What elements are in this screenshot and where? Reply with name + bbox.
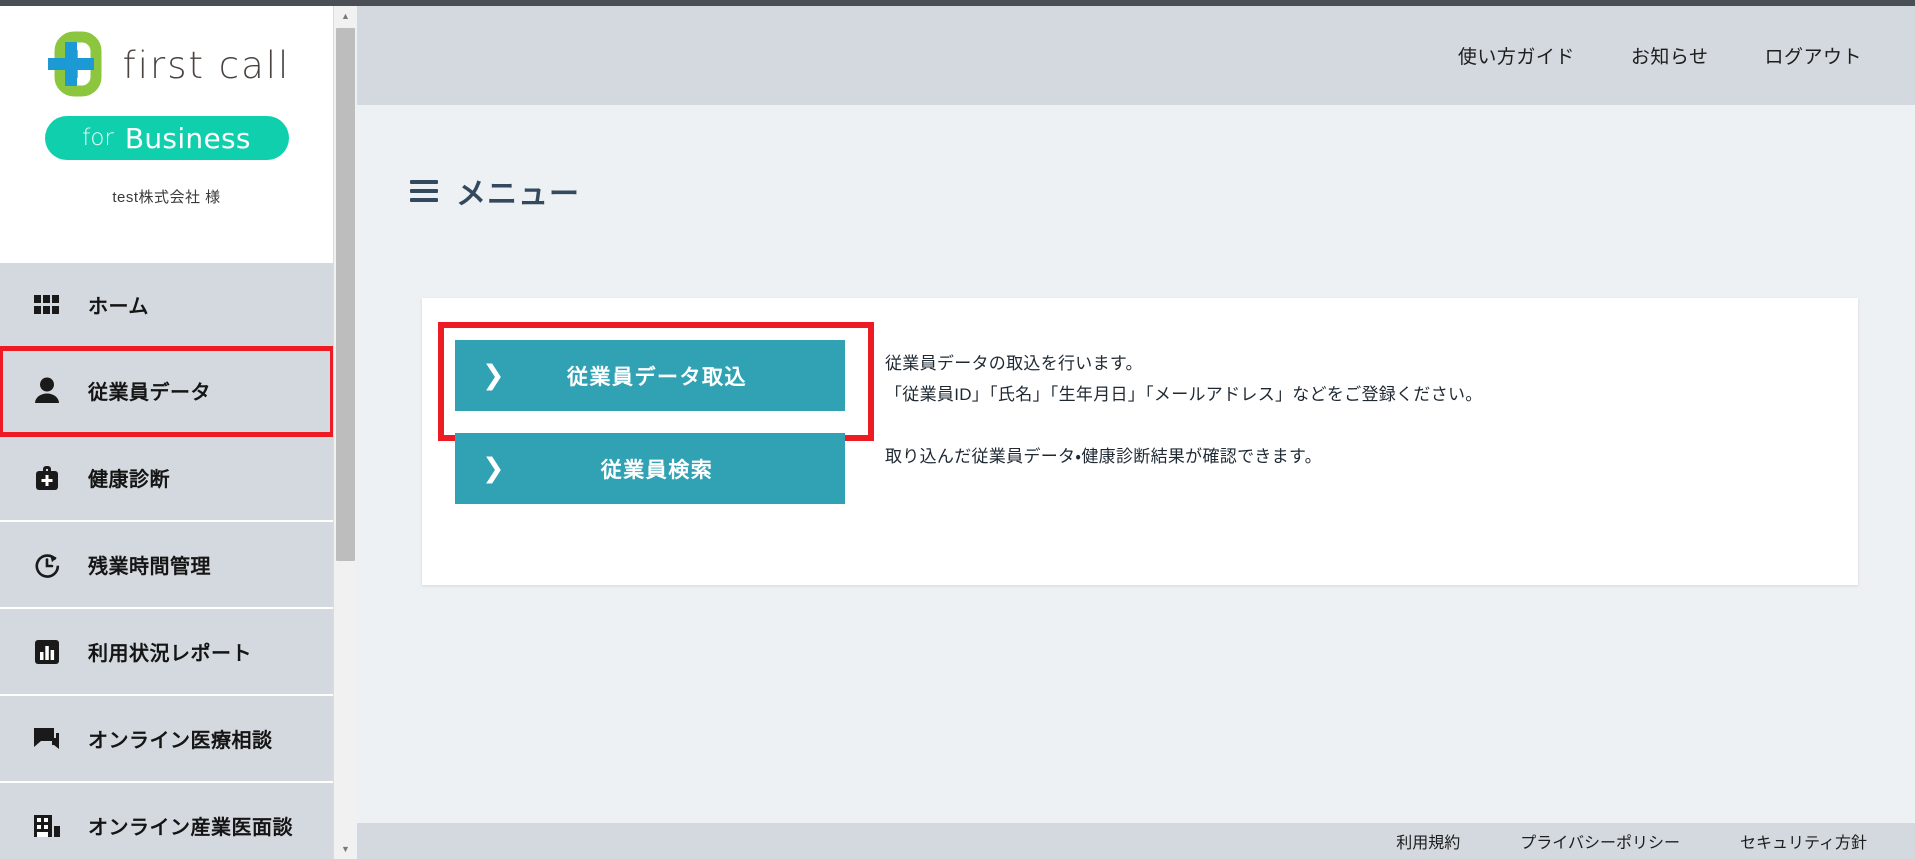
menu-row: ❯ 従業員検索 取り込んだ従業員データ・健康診断結果が確認できます。 <box>455 433 1858 504</box>
building-icon <box>32 811 62 841</box>
employee-search-wrap: ❯ 従業員検索 <box>455 433 845 504</box>
logo-row: first call <box>0 24 333 104</box>
menu-row-description: 取り込んだ従業員データ・健康診断結果が確認できます。 <box>845 433 1322 472</box>
medical-bag-icon <box>32 463 62 493</box>
topnav-link-logout[interactable]: ログアウト <box>1764 42 1862 69</box>
scroll-up-arrow-icon[interactable]: ▲ <box>334 6 357 26</box>
chevron-right-icon: ❯ <box>482 360 505 390</box>
menu-row: ❯ 従業員データ取込 従業員データの取込を行います。 「従業員ID」「氏名」「生… <box>438 322 1858 441</box>
topnav-link-usage-guide[interactable]: 使い方ガイド <box>1458 42 1575 69</box>
bar-chart-icon <box>32 637 62 667</box>
firstcall-plus-logo-icon <box>43 31 109 97</box>
main-content: 使い方ガイド お知らせ ログアウト メニュー ❯ 従業員データ取込 従業員データ… <box>357 6 1915 859</box>
page-header: メニュー <box>410 169 1915 213</box>
action-button-label: 従業員検索 <box>600 458 714 482</box>
chat-bubble-icon <box>32 724 62 754</box>
menu-card: ❯ 従業員データ取込 従業員データの取込を行います。 「従業員ID」「氏名」「生… <box>422 298 1858 585</box>
sidebar-item-label: ホーム <box>88 296 149 318</box>
sidebar: first call for Business test株式会社 様 ホーム 従… <box>0 6 333 859</box>
sidebar-item-employee-data[interactable]: 従業員データ <box>0 346 333 437</box>
brand-block: first call for Business test株式会社 様 <box>0 6 333 261</box>
menu-rows: ❯ 従業員データ取込 従業員データの取込を行います。 「従業員ID」「氏名」「生… <box>422 298 1858 504</box>
topnav-link-notices[interactable]: お知らせ <box>1631 42 1709 69</box>
sidebar-item-label: 健康診断 <box>88 469 170 491</box>
badge-business-text: Business <box>124 121 251 155</box>
scroll-down-arrow-icon[interactable]: ▼ <box>334 839 357 859</box>
top-navigation-bar: 使い方ガイド お知らせ ログアウト <box>357 6 1915 105</box>
logo-wordmark: first call <box>122 43 291 87</box>
sidebar-item-label: オンライン医療相談 <box>88 730 273 752</box>
app-root: first call for Business test株式会社 様 ホーム 従… <box>0 0 1915 859</box>
footer-link-terms[interactable]: 利用規約 <box>1396 829 1460 853</box>
sidebar-item-online-medical-consult[interactable]: オンライン医療相談 <box>0 696 333 783</box>
sidebar-item-label: 利用状況レポート <box>88 643 252 665</box>
hamburger-icon <box>410 180 438 202</box>
scrollbar-thumb[interactable] <box>336 28 355 561</box>
sidebar-item-health-checkup[interactable]: 健康診断 <box>0 435 333 522</box>
menu-row-description: 従業員データの取込を行います。 「従業員ID」「氏名」「生年月日」「メールアドレ… <box>845 340 1483 411</box>
footer-link-privacy-policy[interactable]: プライバシーポリシー <box>1520 829 1680 853</box>
sidebar-item-label: 残業時間管理 <box>88 556 211 578</box>
employee-search-button[interactable]: ❯ 従業員検索 <box>455 433 845 504</box>
badge-for-text: for <box>82 125 114 151</box>
sidebar-item-home[interactable]: ホーム <box>0 261 333 348</box>
description-line: 「従業員ID」「氏名」「生年月日」「メールアドレス」などをご登録ください。 <box>885 385 1483 405</box>
sidebar-scrollbar[interactable]: ▲ ▼ <box>333 6 356 859</box>
action-button-label: 従業員データ取込 <box>567 365 747 389</box>
sidebar-item-overtime[interactable]: 残業時間管理 <box>0 522 333 609</box>
footer-link-security-policy[interactable]: セキュリティ方針 <box>1740 829 1867 853</box>
for-business-badge: for Business <box>44 116 289 160</box>
description-line: 取り込んだ従業員データ・健康診断結果が確認できます。 <box>885 447 1322 466</box>
page-title: メニュー <box>456 178 580 211</box>
sidebar-item-label: 従業員データ <box>88 382 211 404</box>
grid-icon <box>32 290 62 320</box>
footer: 利用規約 プライバシーポリシー セキュリティ方針 <box>357 823 1915 859</box>
employee-data-import-wrap: ❯ 従業員データ取込 <box>438 322 874 441</box>
company-name: test株式会社 様 <box>112 189 221 206</box>
person-icon <box>32 376 62 406</box>
sidebar-item-label: オンライン産業医面談 <box>88 817 293 839</box>
chevron-right-icon: ❯ <box>482 453 505 483</box>
sidebar-item-usage-report[interactable]: 利用状況レポート <box>0 609 333 696</box>
description-line: 従業員データの取込を行います。 <box>885 354 1143 373</box>
sidebar-item-online-industrial-doctor[interactable]: オンライン産業医面談 <box>0 783 333 859</box>
clock-refresh-icon <box>32 550 62 580</box>
sidebar-nav: ホーム 従業員データ 健康診断 残業時間管理 利用状況レポート オンライン医療相… <box>0 261 333 859</box>
employee-data-import-button[interactable]: ❯ 従業員データ取込 <box>455 340 845 411</box>
